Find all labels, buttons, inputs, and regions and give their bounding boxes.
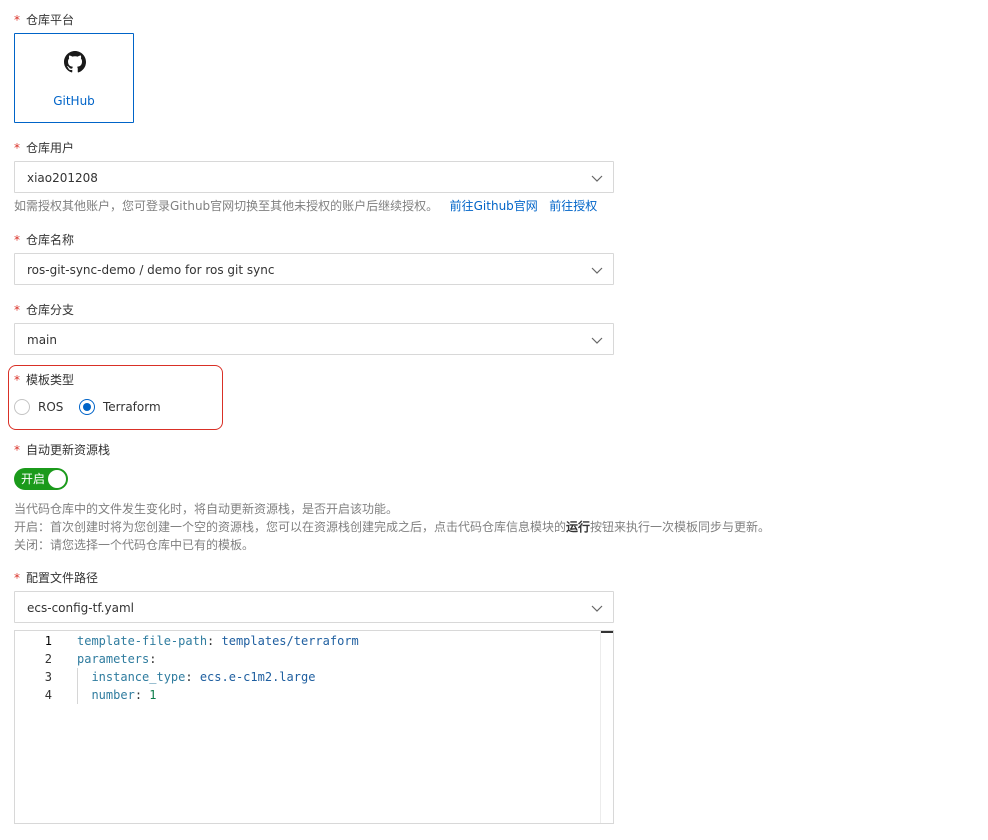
run-keyword: 运行 [566,520,591,534]
code-line: instance_type: ecs.e-c1m2.large [91,670,316,684]
platform-label: * 仓库平台 [14,13,75,27]
repo-user-hint: 如需授权其他账户，您可登录Github官网切换至其他未授权的账户后继续授权。 前… [14,199,598,213]
repo-name-select[interactable]: ros-git-sync-demo / demo for ros git syn… [14,253,614,285]
authorize-link[interactable]: 前往授权 [549,199,597,213]
config-path-label: * 配置文件路径 [14,571,99,585]
radio-circle[interactable] [14,399,30,415]
stack-git-sync-form: * 仓库平台 GitHub * 仓库用户 xiao201208 如需授权其他账户，您… [0,0,988,840]
editor-scrollbar[interactable] [600,631,613,823]
required-mark: * [14,443,20,457]
required-mark: * [14,373,20,387]
repo-branch-value: main [27,333,57,347]
github-icon [64,51,86,73]
required-mark: * [14,233,20,247]
repo-user-select[interactable]: xiao201208 [14,161,614,193]
chevron-down-icon [591,337,603,344]
switch-knob [48,470,66,488]
repo-user-label: * 仓库用户 [14,141,75,155]
code-line: number: 1 [91,688,157,702]
repo-user-value: xiao201208 [27,171,98,185]
required-mark: * [14,141,20,155]
radio-ros-label: ROS [38,400,64,414]
auto-update-desc-2: 开启：首次创建时将为您创建一个空的资源栈，您可以在资源栈创建完成之后，点击代码仓… [14,520,771,534]
auto-update-desc-3: 关闭：请您选择一个代码仓库中已有的模板。 [14,538,255,552]
line-number: 4 [44,688,52,702]
auto-update-label: * 自动更新资源栈 [14,443,111,457]
code-line: template-file-path: templates/terraform [77,634,359,648]
config-path-select[interactable]: ecs-config-tf.yaml [14,591,614,623]
line-number: 3 [44,670,52,684]
chevron-down-icon [591,267,603,274]
config-code-editor[interactable]: 1 2 3 4 template-file-path: templates/te… [14,630,614,824]
line-number: 1 [44,634,52,648]
auto-update-desc-1: 当代码仓库中的文件发生变化时，将自动更新资源栈，是否开启该功能。 [14,502,399,516]
radio-terraform-label: Terraform [103,400,161,414]
repo-branch-label: * 仓库分支 [14,303,75,317]
required-mark: * [14,13,20,27]
required-mark: * [14,571,20,585]
template-type-label: * 模板类型 [14,373,75,387]
chevron-down-icon [591,605,603,612]
editor-gutter: 1 2 3 4 [15,631,59,823]
repo-name-label: * 仓库名称 [14,233,75,247]
repo-branch-select[interactable]: main [14,323,614,355]
platform-option-github[interactable]: GitHub [14,33,134,123]
code-line: parameters: [77,652,157,666]
auto-update-switch[interactable]: 开启 [14,468,68,490]
chevron-down-icon [591,175,603,182]
config-path-value: ecs-config-tf.yaml [27,601,134,615]
repo-name-value: ros-git-sync-demo / demo for ros git syn… [27,263,275,277]
radio-circle[interactable] [79,399,95,415]
line-number: 2 [44,652,52,666]
required-mark: * [14,303,20,317]
github-official-link[interactable]: 前往Github官网 [450,199,538,213]
switch-text: 开启 [21,472,46,486]
github-label: GitHub [53,94,95,108]
